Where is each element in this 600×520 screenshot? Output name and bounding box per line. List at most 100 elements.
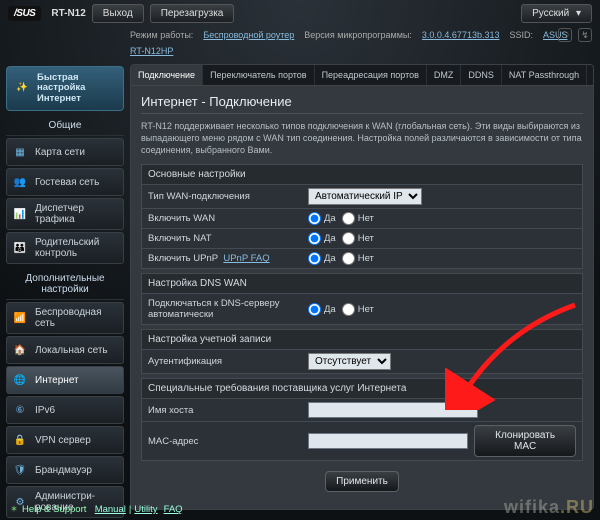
sidebar-item-ipv6[interactable]: ⑥ IPv6 <box>6 396 124 424</box>
sidebar-item-label: IPv6 <box>35 405 55 416</box>
sidebar-item-label: Беспроводная сеть <box>35 307 119 329</box>
enable-wan-label: Включить WAN <box>142 209 302 228</box>
auth-label: Аутентификация <box>142 352 302 371</box>
device-link[interactable]: RT-N12HP <box>130 46 173 56</box>
enable-upnp-label: Включить UPnP UPnP FAQ <box>142 249 302 268</box>
yes-label: Да <box>324 253 336 264</box>
section-addl: Дополнительные настройки <box>6 269 124 300</box>
qis-button[interactable]: ✨ Быстрая настройка Интернет <box>6 66 124 111</box>
dns-auto-label: Подключаться к DNS-серверу автоматически <box>142 294 302 324</box>
language-dropdown[interactable]: Русский ▾ <box>521 4 592 23</box>
ipv6-icon: ⑥ <box>11 401 29 419</box>
qis-label: Быстрая настройка Интернет <box>37 73 117 104</box>
yes-label: Да <box>324 213 336 224</box>
tab-dmz[interactable]: DMZ <box>427 65 462 85</box>
enable-wan-yes[interactable] <box>308 212 321 225</box>
mac-label: MAC-адрес <box>142 432 302 451</box>
sidebar-item-label: Родительский контроль <box>35 237 119 259</box>
group-basic: Основные настройки <box>141 164 583 185</box>
sidebar-item-netmap[interactable]: ▦ Карта сети <box>6 138 124 166</box>
tab-bar: Подключение Переключатель портов Переадр… <box>131 65 593 86</box>
wand-icon: ✨ <box>13 80 31 98</box>
host-label: Имя хоста <box>142 401 302 420</box>
parental-icon: 👪 <box>11 239 29 257</box>
sidebar-item-traffic[interactable]: 📊 Диспетчер трафика <box>6 198 124 230</box>
fw-value-link[interactable]: 3.0.0.4.67713b.313 <box>422 30 500 40</box>
status-icon-1[interactable]: ⎋ <box>558 28 572 42</box>
wan-type-select[interactable]: Автоматический IP <box>308 188 422 205</box>
help-label: Help & Support <box>22 504 86 515</box>
enable-wan-no[interactable] <box>342 212 355 225</box>
tab-ddns[interactable]: DDNS <box>461 65 502 85</box>
host-input[interactable] <box>308 402 478 418</box>
gauge-icon: 📊 <box>11 205 29 223</box>
mode-label: Режим работы: <box>130 30 193 40</box>
sidebar-item-firewall[interactable]: 🛡 Брандмауэр <box>6 456 124 484</box>
enable-upnp-yes[interactable] <box>308 252 321 265</box>
no-label: Нет <box>358 304 374 315</box>
sidebar-item-wireless[interactable]: 📶 Беспроводная сеть <box>6 302 124 334</box>
apply-button[interactable]: Применить <box>325 471 399 492</box>
group-account: Настройка учетной записи <box>141 329 583 350</box>
sidebar-item-label: Интернет <box>35 375 79 386</box>
section-general: Общие <box>6 116 124 136</box>
upnp-faq-link[interactable]: UPnP FAQ <box>223 253 269 264</box>
ssid-label: SSID: <box>509 30 533 40</box>
sidebar-item-label: Диспетчер трафика <box>35 203 119 225</box>
sidebar-item-internet[interactable]: 🌐 Интернет <box>6 366 124 394</box>
tab-port-trigger[interactable]: Переключатель портов <box>203 65 315 85</box>
language-value: Русский <box>532 8 569 19</box>
utility-link[interactable]: Utility <box>134 504 157 515</box>
no-label: Нет <box>358 253 374 264</box>
model-label: RT-N12 <box>51 8 85 19</box>
sidebar-item-guest[interactable]: 👥Гостевая сеть <box>6 168 124 196</box>
auth-select[interactable]: Отсутствует <box>308 353 391 370</box>
reboot-button[interactable]: Перезагрузка <box>150 4 235 23</box>
clone-mac-button[interactable]: Клонировать MAC <box>474 425 576 457</box>
main-panel: Подключение Переключатель портов Переадр… <box>130 64 594 510</box>
netmap-icon: ▦ <box>11 143 29 161</box>
tab-port-forward[interactable]: Переадресация портов <box>315 65 427 85</box>
dns-auto-no[interactable] <box>342 303 355 316</box>
group-dns: Настройка DNS WAN <box>141 273 583 294</box>
mac-input[interactable] <box>308 433 468 449</box>
enable-nat-no[interactable] <box>342 232 355 245</box>
enable-nat-label: Включить NAT <box>142 229 302 248</box>
sidebar-item-label: Карта сети <box>35 147 85 158</box>
tab-connection[interactable]: Подключение <box>131 65 203 85</box>
group-isp: Специальные требования поставщика услуг … <box>141 378 583 399</box>
sidebar-item-parental[interactable]: 👪 Родительский контроль <box>6 232 124 264</box>
vpn-icon: 🔒 <box>11 431 29 449</box>
dns-auto-yes[interactable] <box>308 303 321 316</box>
tab-nat[interactable]: NAT Passthrough <box>502 65 587 85</box>
chevron-down-icon: ▾ <box>576 8 581 19</box>
sidebar-item-label: Локальная сеть <box>35 345 108 356</box>
fw-label: Версия микропрограммы: <box>304 30 412 40</box>
enable-nat-yes[interactable] <box>308 232 321 245</box>
sidebar-item-label: Брандмауэр <box>35 465 92 476</box>
manual-link[interactable]: Manual <box>95 504 126 515</box>
firewall-icon: 🛡 <box>11 461 29 479</box>
watermark: wifika.RU <box>504 497 594 518</box>
faq-link[interactable]: FAQ <box>164 504 183 515</box>
sidebar: ✨ Быстрая настройка Интернет Общие ▦ Карт… <box>0 62 130 514</box>
page-title: Интернет - Подключение <box>141 94 583 109</box>
home-icon: 🏠 <box>11 341 29 359</box>
mode-value-link[interactable]: Беспроводной роутер <box>203 30 294 40</box>
brand-logo: /SUS <box>8 6 41 21</box>
wan-type-label: Тип WAN-подключения <box>142 187 302 206</box>
no-label: Нет <box>358 213 374 224</box>
globe-icon: 🌐 <box>11 371 29 389</box>
no-label: Нет <box>358 233 374 244</box>
yes-label: Да <box>324 304 336 315</box>
wifi-icon: 📶 <box>11 309 29 327</box>
page-description: RT-N12 поддерживает несколько типов подк… <box>141 120 583 156</box>
sidebar-item-label: Гостевая сеть <box>35 177 99 188</box>
sidebar-item-lan[interactable]: 🏠 Локальная сеть <box>6 336 124 364</box>
help-icon: ✶ <box>10 504 18 515</box>
enable-upnp-no[interactable] <box>342 252 355 265</box>
status-icon-2[interactable]: ↯ <box>578 28 592 42</box>
sidebar-item-vpn[interactable]: 🔒VPN сервер <box>6 426 124 454</box>
logout-button[interactable]: Выход <box>92 4 144 23</box>
yes-label: Да <box>324 233 336 244</box>
